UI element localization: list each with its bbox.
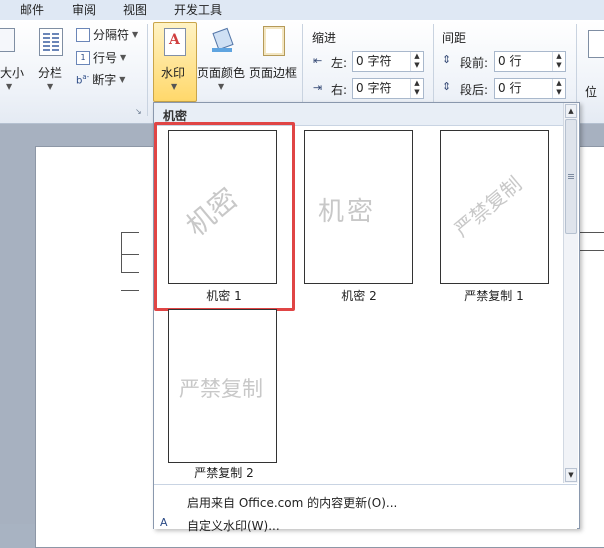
indent-left-input[interactable]: 0 字符 ▲ ▼ xyxy=(352,51,424,72)
paint-bucket-icon xyxy=(212,27,234,52)
watermark-preview-text: 严禁复制 xyxy=(179,377,263,401)
breaks-button[interactable]: 分隔符 ▼ xyxy=(76,26,138,43)
watermark-option-no-copy-2[interactable]: 严禁复制 严禁复制 2 xyxy=(154,303,294,481)
watermark-preview: 严禁复制 xyxy=(168,309,277,463)
tab-mailings[interactable]: 邮件 xyxy=(20,1,44,18)
chevron-down-icon: ▼ xyxy=(171,82,178,91)
watermark-preview: 严禁复制 xyxy=(440,130,549,284)
spacing-before-icon: ⇕ xyxy=(442,53,452,66)
hyphenation-button[interactable]: ba- 断字 ▼ xyxy=(76,71,125,88)
spacing-after-input[interactable]: 0 行 ▲ ▼ xyxy=(494,78,566,99)
indent-right-input[interactable]: 0 字符 ▲ ▼ xyxy=(352,78,424,99)
watermark-preview-text: 严禁复制 xyxy=(449,171,527,242)
menu-item-office-updates[interactable]: 启用来自 Office.com 的内容更新(O)... xyxy=(187,494,397,511)
hyphenation-icon: ba- xyxy=(76,72,90,87)
dialog-launcher-icon[interactable]: ↘ xyxy=(135,107,142,116)
line-numbers-button[interactable]: 1 行号 ▼ xyxy=(76,49,126,66)
indent-right-icon: ⇥ xyxy=(313,81,323,94)
ribbon-tab-bar: 邮件 审阅 视图 开发工具 xyxy=(0,0,604,21)
position-icon xyxy=(588,30,604,58)
indent-right-label: 右: xyxy=(331,83,348,97)
columns-button[interactable]: 分栏 xyxy=(38,64,62,81)
position-button[interactable]: 位 xyxy=(585,83,597,100)
watermark-option-label: 机密 2 xyxy=(341,289,377,303)
watermark-icon: A xyxy=(164,28,186,56)
spacing-before-input[interactable]: 0 行 ▲ ▼ xyxy=(494,51,566,72)
page-border-icon xyxy=(263,26,285,56)
selection-highlight xyxy=(154,122,295,311)
page-color-button[interactable]: 页面颜色 xyxy=(197,64,245,81)
gallery-menu: 启用来自 Office.com 的内容更新(O)... A 自定义水印(W)..… xyxy=(154,484,577,533)
columns-icon xyxy=(39,28,63,56)
size-button[interactable]: 大小 xyxy=(0,64,24,81)
chevron-down-icon: ▼ xyxy=(218,82,225,91)
scroll-up-icon[interactable]: ▲ xyxy=(565,104,577,118)
page-border-button[interactable]: 页面边框 xyxy=(249,64,297,81)
spin-arrows-icon[interactable]: ▲ ▼ xyxy=(410,52,423,71)
tab-view[interactable]: 视图 xyxy=(123,1,147,18)
spacing-before-label: 段前: xyxy=(460,56,489,70)
chevron-down-icon: ▼ xyxy=(47,82,54,91)
size-icon xyxy=(0,28,15,52)
watermark-button[interactable]: A 水印 ▼ xyxy=(153,22,197,102)
spin-arrows-icon[interactable]: ▲ ▼ xyxy=(552,79,565,98)
indent-left-label: 左: xyxy=(331,56,348,70)
watermark-option-no-copy-1[interactable]: 严禁复制 严禁复制 1 xyxy=(424,125,564,303)
watermark-preview: 机密 xyxy=(304,130,413,284)
indent-group-title: 缩进 xyxy=(312,31,337,45)
scrollbar-thumb[interactable] xyxy=(565,119,577,234)
gallery-scrollbar[interactable]: ▲ ▼ xyxy=(563,103,578,483)
spin-arrows-icon[interactable]: ▲ ▼ xyxy=(410,79,423,98)
watermark-gallery: 机密 机密 机密 1 机密 机密 2 严禁复制 严禁复制 1 严禁复制 严禁复制… xyxy=(153,102,580,533)
watermark-option-label: 严禁复制 1 xyxy=(464,289,524,303)
spacing-after-label: 段后: xyxy=(460,83,489,97)
watermark-option-label: 严禁复制 2 xyxy=(194,466,254,480)
chevron-down-icon: ▼ xyxy=(6,82,13,91)
tab-review[interactable]: 审阅 xyxy=(72,1,96,18)
watermark-preview-text: 机密 xyxy=(318,197,377,227)
scroll-down-icon[interactable]: ▼ xyxy=(565,468,577,482)
spin-arrows-icon[interactable]: ▲ ▼ xyxy=(552,52,565,71)
menu-item-custom-watermark[interactable]: 自定义水印(W)... xyxy=(187,517,280,534)
watermark-option-confidential-2[interactable]: 机密 机密 2 xyxy=(289,125,429,303)
tab-developer[interactable]: 开发工具 xyxy=(174,1,222,18)
indent-left-icon: ⇤ xyxy=(313,54,323,67)
line-numbers-icon: 1 xyxy=(76,50,90,65)
custom-watermark-icon: A xyxy=(160,516,168,529)
spacing-after-icon: ⇕ xyxy=(442,80,452,93)
spacing-group-title: 间距 xyxy=(442,31,467,45)
breaks-icon xyxy=(76,27,90,42)
